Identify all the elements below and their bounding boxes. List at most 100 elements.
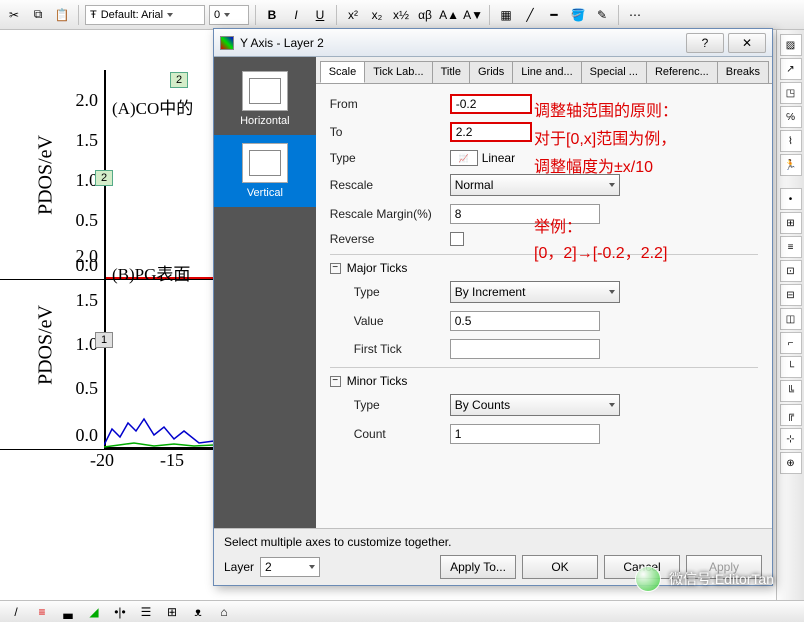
cut-icon[interactable]: ✂: [4, 5, 24, 25]
axis-list: Horizontal Vertical: [214, 57, 316, 528]
plot-tool-icon[interactable]: •|•: [110, 602, 130, 622]
plot-tool-icon[interactable]: ⊞: [162, 602, 182, 622]
right-toolbar: ▨ ↗ ◳ ℅ ⌇ 🏃 • ⊞ ≡ ⊡ ⊟ ◫ ⌐ └ ╚ ╔ ⊹ ⊕: [776, 30, 804, 600]
reverse-label: Reverse: [330, 232, 450, 246]
major-value-input[interactable]: [450, 311, 600, 331]
tab-title[interactable]: Title: [432, 61, 470, 83]
annotation-text: 调整幅度为±x/10: [534, 153, 653, 177]
tab-line[interactable]: Line and...: [512, 61, 581, 83]
app-icon: [220, 36, 234, 50]
minor-count-input[interactable]: [450, 424, 600, 444]
format-toolbar: ✂ ⧉ 📋 Ŧ Default: Arial 0 B I U x² x₂ x½ …: [0, 0, 804, 30]
plot-tool-icon[interactable]: ▃: [58, 602, 78, 622]
watermark: 微信号:EditorTan: [635, 566, 774, 592]
tool-icon[interactable]: ↗: [780, 58, 802, 80]
palette-icon[interactable]: ▦: [496, 5, 516, 25]
enlarge-icon[interactable]: A▲: [439, 5, 459, 25]
more-icon[interactable]: ⋯: [625, 5, 645, 25]
italic-icon[interactable]: I: [286, 5, 306, 25]
tool-icon[interactable]: ⊞: [780, 212, 802, 234]
font-selector[interactable]: Ŧ Default: Arial: [85, 5, 205, 25]
y-axis-label: PDOS/eV: [35, 304, 58, 384]
help-button[interactable]: ?: [686, 33, 724, 53]
margin-label: Rescale Margin(%): [330, 207, 450, 221]
tool-icon[interactable]: ▨: [780, 34, 802, 56]
tool-icon[interactable]: └: [780, 356, 802, 378]
axis-item-horizontal[interactable]: Horizontal: [214, 63, 316, 135]
tool-icon[interactable]: ℅: [780, 106, 802, 128]
tool-icon[interactable]: ⊟: [780, 284, 802, 306]
tab-scale[interactable]: Scale: [320, 61, 366, 83]
line-weight-icon[interactable]: ━: [544, 5, 564, 25]
tool-icon[interactable]: ⊹: [780, 428, 802, 450]
copy-icon[interactable]: ⧉: [28, 5, 48, 25]
superscript-icon[interactable]: x²: [343, 5, 363, 25]
tab-special[interactable]: Special ...: [581, 61, 647, 83]
to-label: To: [330, 125, 450, 139]
tool-icon[interactable]: ◫: [780, 308, 802, 330]
bold-icon[interactable]: B: [262, 5, 282, 25]
underline-icon[interactable]: U: [310, 5, 330, 25]
layer-badge[interactable]: 1: [95, 332, 113, 348]
fill-color-icon[interactable]: 🪣: [568, 5, 588, 25]
annotation-text: 举例：: [534, 213, 582, 237]
paste-icon[interactable]: 📋: [52, 5, 72, 25]
collapse-icon[interactable]: −: [330, 263, 341, 274]
chevron-down-icon: [224, 13, 230, 17]
subscript-icon[interactable]: x₂: [367, 5, 387, 25]
tool-icon[interactable]: ⌐: [780, 332, 802, 354]
dialog-tabs: Scale Tick Lab... Title Grids Line and..…: [316, 57, 772, 84]
layer-badge[interactable]: 2: [95, 170, 113, 186]
tool-icon[interactable]: •: [780, 188, 802, 210]
tool-icon[interactable]: ⊕: [780, 452, 802, 474]
tool-icon[interactable]: 🏃: [780, 154, 802, 176]
type-label: Type: [330, 151, 450, 165]
apply-to-button[interactable]: Apply To...: [440, 555, 516, 579]
plot-tool-icon[interactable]: ☰: [136, 602, 156, 622]
minor-ticks-header: Minor Ticks: [347, 374, 408, 388]
first-tick-input[interactable]: [450, 339, 600, 359]
from-input[interactable]: [450, 94, 532, 114]
close-button[interactable]: ✕: [728, 33, 766, 53]
bottom-toolbar: / ≡ ▃ ◢ •|• ☰ ⊞ ᴥ ⌂: [0, 600, 804, 622]
tool-icon[interactable]: ⊡: [780, 260, 802, 282]
tool-icon[interactable]: ╔: [780, 404, 802, 426]
supersub-icon[interactable]: x½: [391, 5, 411, 25]
scale-panel: From To Type 📈 Linear Rescale Normal: [316, 84, 772, 528]
tool-icon[interactable]: ╚: [780, 380, 802, 402]
rescale-select[interactable]: Normal: [450, 174, 620, 196]
tool-icon[interactable]: ⌇: [780, 130, 802, 152]
wechat-icon: [635, 566, 661, 592]
pen-color-icon[interactable]: ✎: [592, 5, 612, 25]
line-style-icon[interactable]: ╱: [520, 5, 540, 25]
ok-button[interactable]: OK: [522, 555, 598, 579]
layer-badge[interactable]: 2: [170, 72, 188, 88]
tab-tick-labels[interactable]: Tick Lab...: [364, 61, 432, 83]
tab-reference[interactable]: Referenc...: [646, 61, 718, 83]
tool-icon[interactable]: ◳: [780, 82, 802, 104]
tab-grids[interactable]: Grids: [469, 61, 513, 83]
plot-tool-icon[interactable]: ᴥ: [188, 602, 208, 622]
font-label: Default: Arial: [101, 9, 163, 21]
plot-tool-icon[interactable]: ≡: [32, 602, 52, 622]
axis-item-vertical[interactable]: Vertical: [214, 135, 316, 207]
collapse-icon[interactable]: −: [330, 376, 341, 387]
tool-icon[interactable]: ≡: [780, 236, 802, 258]
plot-tool-icon[interactable]: ⌂: [214, 602, 234, 622]
dialog-title: Y Axis - Layer 2: [240, 36, 682, 50]
reverse-checkbox[interactable]: [450, 232, 464, 246]
minor-type-select[interactable]: By Counts: [450, 394, 620, 416]
greek-icon[interactable]: αβ: [415, 5, 435, 25]
plot-tool-icon[interactable]: ◢: [84, 602, 104, 622]
y-axis-dialog: Y Axis - Layer 2 ? ✕ Horizontal Vertical…: [213, 28, 773, 586]
font-size-selector[interactable]: 0: [209, 5, 249, 25]
layer-select[interactable]: 2: [260, 557, 320, 577]
to-input[interactable]: [450, 122, 532, 142]
shrink-icon[interactable]: A▼: [463, 5, 483, 25]
footer-hint: Select multiple axes to customize togeth…: [224, 535, 762, 549]
rescale-label: Rescale: [330, 178, 450, 192]
tab-breaks[interactable]: Breaks: [717, 61, 769, 83]
dialog-titlebar[interactable]: Y Axis - Layer 2 ? ✕: [214, 29, 772, 57]
major-type-select[interactable]: By Increment: [450, 281, 620, 303]
plot-tool-icon[interactable]: /: [6, 602, 26, 622]
